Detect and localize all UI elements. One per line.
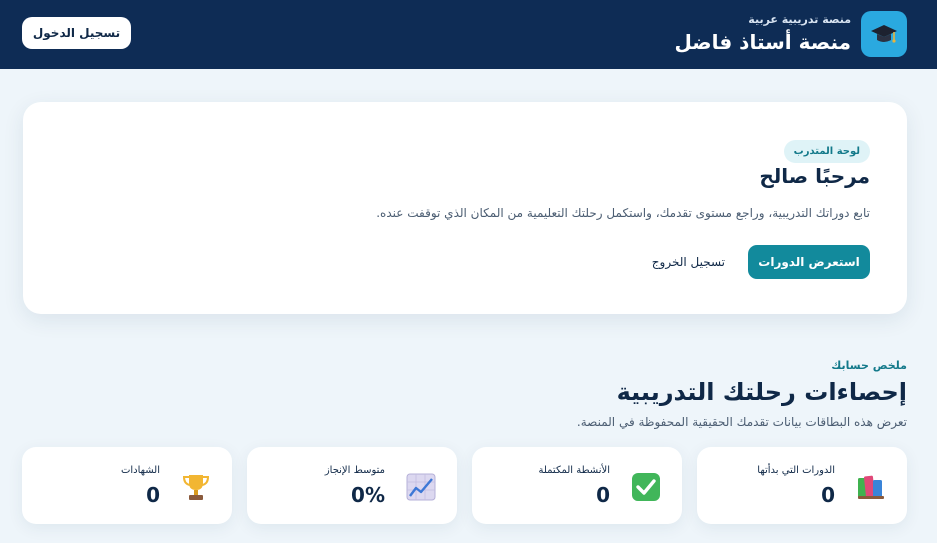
browse-courses-button[interactable]: استعرض الدورات — [748, 245, 870, 279]
stat-card-completed-activities: الأنشطة المكتملة 0 — [472, 447, 682, 524]
stat-label: متوسط الإنجاز — [324, 465, 385, 476]
stat-value: 0 — [596, 483, 610, 507]
stat-card-certificates: الشهادات 0 — [22, 447, 232, 524]
stat-label: الشهادات — [120, 465, 160, 476]
login-button[interactable]: تسجيل الدخول — [22, 17, 131, 49]
check-mark-icon — [632, 473, 660, 501]
stat-value: 0% — [351, 483, 385, 507]
books-icon — [858, 475, 884, 499]
summary-kicker: ملخص حسابك — [831, 359, 907, 372]
stat-card-average-achievement: متوسط الإنجاز 0% — [247, 447, 457, 524]
chart-increasing-icon — [406, 473, 436, 501]
brand-text: منصة تدريبية عربية منصة أستاذ فاضل — [674, 13, 851, 56]
top-header: منصة تدريبية عربية منصة أستاذ فاضل تسجيل… — [0, 0, 937, 69]
trophy-icon — [182, 475, 210, 500]
graduation-cap-icon — [871, 25, 897, 43]
stat-value: 0 — [821, 483, 835, 507]
welcome-title: مرحبًا صالح — [759, 164, 870, 188]
stat-value: 0 — [146, 483, 160, 507]
logout-link[interactable]: تسجيل الخروج — [652, 245, 725, 279]
stat-label: الأنشطة المكتملة — [538, 465, 610, 476]
trainee-dashboard-badge: لوحة المتدرب — [783, 140, 870, 163]
brand-logo[interactable] — [861, 11, 907, 57]
stat-card-courses-started: الدورات التي بدأتها 0 — [697, 447, 907, 524]
welcome-card: لوحة المتدرب مرحبًا صالح تابع دوراتك الت… — [23, 102, 907, 314]
summary-title: إحصاءات رحلتك التدريبية — [616, 378, 907, 406]
summary-description: تعرض هذه البطاقات بيانات تقدمك الحقيقية … — [576, 415, 907, 429]
welcome-description: تابع دوراتك التدريبية، وراجع مستوى تقدمك… — [376, 206, 870, 220]
brand-title[interactable]: منصة أستاذ فاضل — [674, 28, 851, 56]
stat-label: الدورات التي بدأتها — [757, 465, 835, 476]
brand-subtitle: منصة تدريبية عربية — [748, 13, 851, 26]
